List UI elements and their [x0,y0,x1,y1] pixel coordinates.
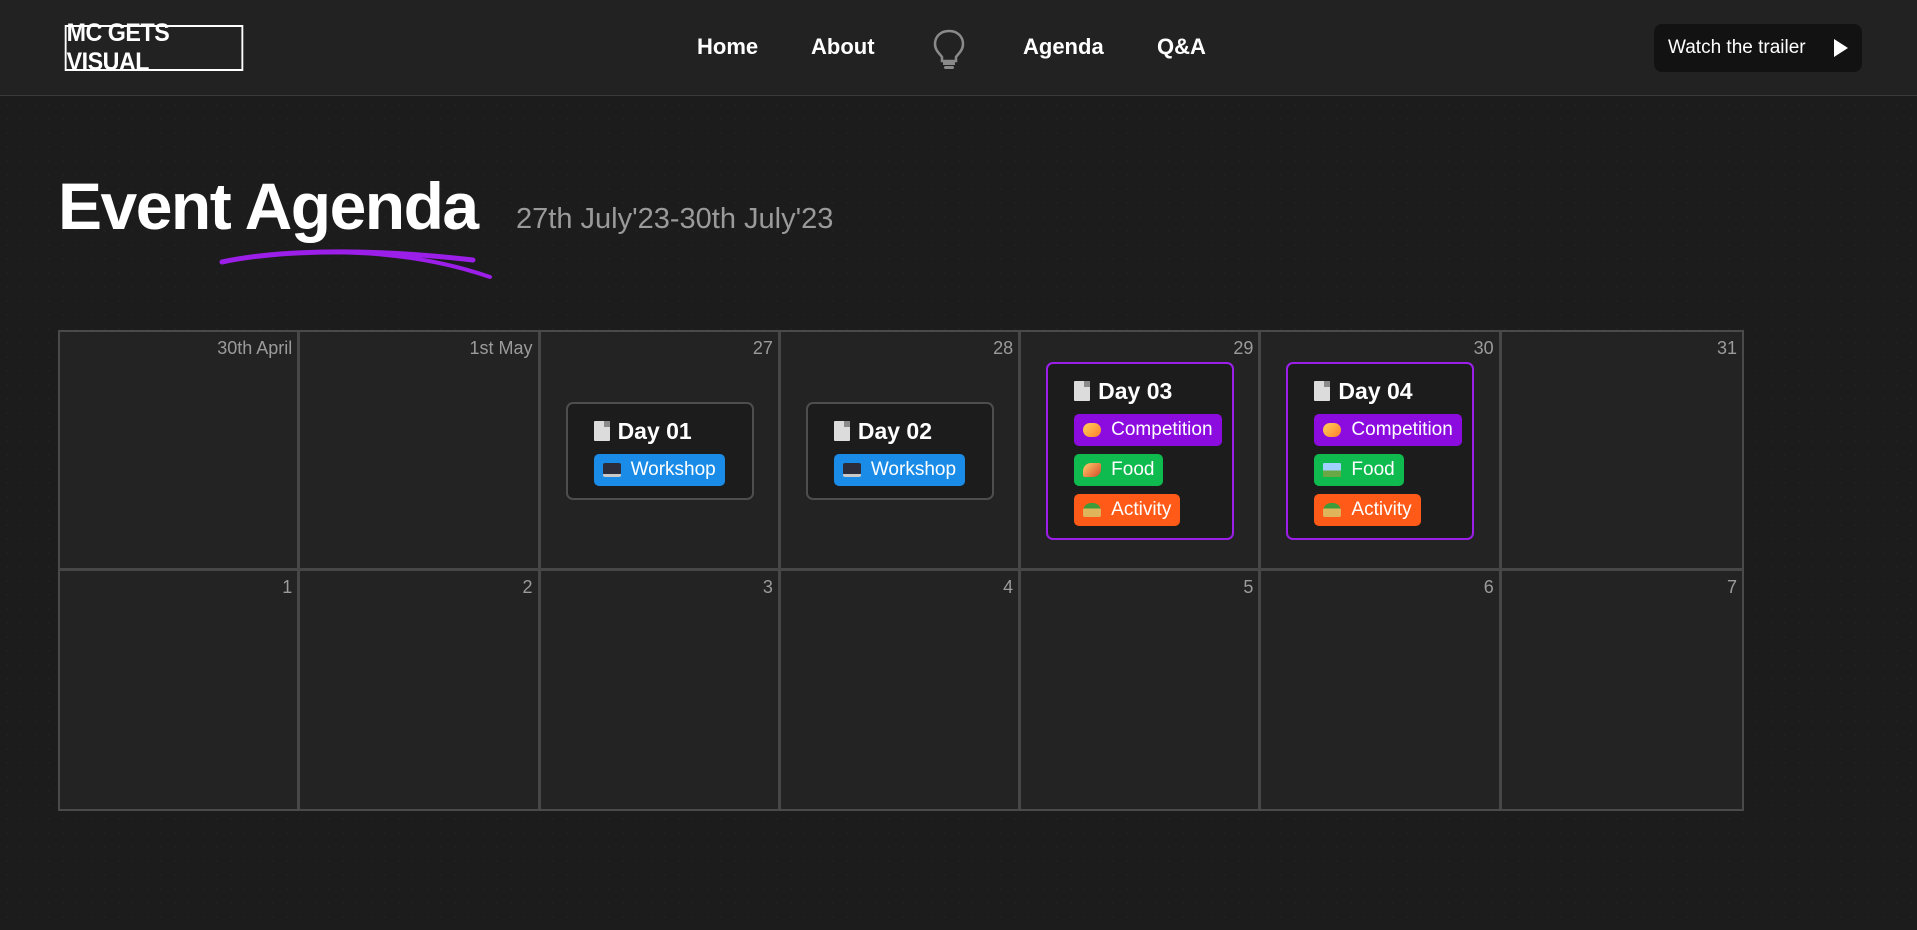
day-card-03[interactable]: Day 03 Competition Food Activity [1046,362,1235,540]
nav-about[interactable]: About [811,34,875,60]
tag-competition[interactable]: Competition [1314,414,1462,446]
date-label: 29 [1233,338,1254,358]
site-header: MC GETS VISUAL Home About Agenda Q&A Wat… [0,0,1917,96]
calendar-cell: 28 Day 02 Workshop [780,332,1022,571]
page-title: Event Agenda [58,169,479,243]
document-icon [1074,381,1091,401]
date-label: 1 [282,576,293,597]
calendar-cell: 30th April [60,332,301,571]
comet-icon [1323,423,1342,437]
calendar-cell: 3 [540,570,781,809]
nav-qa[interactable]: Q&A [1157,34,1206,60]
document-icon [593,421,610,441]
date-label: 6 [1483,576,1494,597]
date-label: 27 [752,338,773,358]
calendar-cell: 30 Day 04 Competition Food Activity [1261,332,1502,571]
tag-food[interactable]: Food [1074,454,1164,486]
date-label: 30 [1473,338,1494,358]
day-title: Day 02 [833,416,992,446]
event-dates: 27th July'23-30th July'23 [516,203,834,235]
tag-food[interactable]: Food [1314,454,1404,486]
watch-trailer-label: Watch the trailer [1668,37,1806,58]
calendar-cell: 7 [1501,570,1742,809]
date-label: 30th April [217,338,293,358]
calendar-cell: 31 [1501,332,1742,571]
day-title: Day 03 [1074,376,1232,406]
date-label: 28 [993,338,1014,358]
document-icon [1314,381,1331,401]
calendar-cell: 29 Day 03 Competition Food Activity [1021,332,1262,571]
date-label: 2 [522,576,533,597]
calendar-cell: 2 [300,570,541,809]
document-icon [833,421,850,441]
date-label: 31 [1716,338,1737,358]
date-label: 7 [1726,576,1737,597]
watch-trailer-button[interactable]: Watch the trailer [1654,24,1862,72]
day-card-02[interactable]: Day 02 Workshop [805,402,994,500]
title-underline-swoosh [219,249,492,279]
tag-activity[interactable]: Activity [1074,494,1181,526]
pizza-icon [1083,463,1102,477]
broken-image-icon [1323,463,1342,477]
day-title: Day 01 [593,416,752,446]
calendar-cell: 4 [780,570,1022,809]
calendar-cell: 1 [60,570,301,809]
day-card-04[interactable]: Day 04 Competition Food Activity [1286,362,1475,540]
comet-icon [1083,423,1102,437]
date-label: 1st May [469,338,533,358]
island-icon [1083,503,1102,517]
play-icon [1834,39,1848,57]
island-icon [1323,503,1342,517]
tag-workshop[interactable]: Workshop [593,454,725,486]
laptop-icon [842,463,861,477]
calendar-cell: 5 [1021,570,1262,809]
date-label: 3 [762,576,773,597]
tag-competition[interactable]: Competition [1074,414,1222,446]
laptop-icon [602,463,621,477]
calendar-cell: 6 [1261,570,1502,809]
date-label: 4 [1003,576,1014,597]
nav-agenda[interactable]: Agenda [1023,34,1104,60]
tag-activity[interactable]: Activity [1314,494,1421,526]
tag-workshop[interactable]: Workshop [833,454,966,486]
site-logo[interactable]: MC GETS VISUAL [64,19,244,76]
day-card-01[interactable]: Day 01 Workshop [565,402,754,500]
lightbulb-icon[interactable] [932,28,966,70]
nav-home[interactable]: Home [697,34,758,60]
calendar-cell: 27 Day 01 Workshop [540,332,781,571]
date-label: 5 [1243,576,1254,597]
calendar-cell: 1st May [300,332,541,571]
agenda-calendar: 30th April 1st May 27 Day 01 Workshop 28… [58,330,1744,811]
day-title: Day 04 [1314,376,1472,406]
